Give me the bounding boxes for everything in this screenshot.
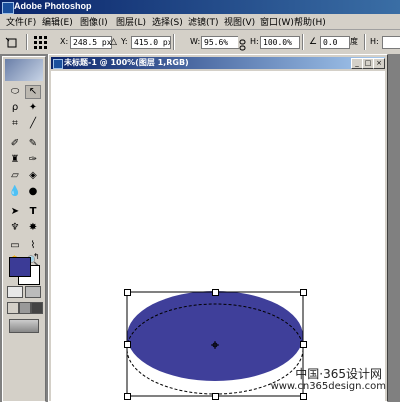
screen-mode-1-icon[interactable] — [7, 302, 19, 314]
menu-image[interactable]: 图像(I) — [80, 15, 108, 28]
h-field[interactable]: 100.0% — [260, 36, 300, 49]
close-button[interactable]: × — [373, 58, 385, 69]
angle-unit: 度 — [350, 37, 358, 46]
notes-icon[interactable]: ▭ — [7, 239, 23, 253]
transform-handle[interactable] — [124, 393, 131, 400]
transform-handle[interactable] — [300, 341, 307, 348]
app-title-bar: Adobe Photoshop — [0, 0, 400, 14]
document-title: 未标题-1 @ 100%(图层 1,RGB) — [64, 58, 189, 67]
transform-handle[interactable] — [124, 341, 131, 348]
document-title-bar: 未标题-1 @ 100%(图层 1,RGB) _ □ × — [51, 57, 385, 69]
skew-h-field[interactable] — [382, 36, 400, 49]
watermark-line2: www.cn365design.com — [270, 381, 386, 392]
y-label: Y: — [121, 37, 128, 46]
menu-view[interactable]: 视图(V) — [224, 15, 255, 28]
standard-mode-icon[interactable] — [7, 286, 23, 298]
slice-icon[interactable]: ╱ — [25, 117, 41, 131]
menu-filter[interactable]: 滤镜(T) — [188, 15, 219, 28]
menu-file[interactable]: 文件(F) — [6, 15, 36, 28]
menu-select[interactable]: 选择(S) — [152, 15, 183, 28]
transform-tool-icon[interactable] — [4, 35, 20, 49]
menu-layer[interactable]: 图层(L) — [116, 15, 146, 28]
dodge-icon[interactable]: ● — [25, 185, 41, 199]
transform-handle[interactable] — [212, 393, 219, 400]
eyedropper-icon[interactable]: ⌇ — [25, 239, 41, 253]
w-label: W: — [190, 37, 201, 46]
paint-bucket-icon[interactable]: ◈ — [25, 169, 41, 183]
transform-handle[interactable] — [300, 289, 307, 296]
eraser-icon[interactable]: ▱ — [7, 169, 23, 183]
photoshop-logo-icon — [2, 2, 14, 14]
delta-icon[interactable]: △ — [110, 36, 117, 48]
menu-window[interactable]: 窗口(W) — [260, 15, 294, 28]
h-label: H: — [250, 37, 259, 46]
app-title: Adobe Photoshop — [14, 1, 92, 11]
blur-icon[interactable]: 💧 — [7, 185, 23, 199]
foreground-color-swatch[interactable] — [9, 257, 31, 277]
w-field[interactable]: 95.6% — [201, 36, 239, 49]
toolbox-logo — [5, 59, 43, 81]
menu-edit[interactable]: 编辑(E) — [42, 15, 73, 28]
x-field[interactable]: 248.5 px — [70, 36, 112, 49]
transform-handle[interactable] — [212, 289, 219, 296]
history-brush-icon[interactable]: ✑ — [25, 153, 41, 167]
pencil-icon[interactable]: ✎ — [25, 137, 41, 151]
options-bar: X: 248.5 px △ Y: 415.0 px W: 95.6% H: 10… — [0, 30, 400, 55]
canvas-drawing — [126, 291, 304, 397]
marquee-icon[interactable]: ⬭ — [7, 85, 23, 99]
magic-wand-icon[interactable]: ✦ — [25, 101, 41, 115]
type-icon[interactable]: T — [25, 205, 41, 219]
reference-point-icon[interactable] — [32, 34, 48, 50]
menu-bar: 文件(F) 编辑(E) 图像(I) 图层(L) 选择(S) 滤镜(T) 视图(V… — [0, 14, 400, 30]
skew-h-label: H: — [370, 37, 379, 46]
transform-handle[interactable] — [300, 393, 307, 400]
watermark-line1: 中国·365设计网 — [295, 367, 382, 381]
brush-icon[interactable]: ✐ — [7, 137, 23, 151]
stamp-icon[interactable]: ♜ — [7, 153, 23, 167]
angle-field[interactable]: 0.0 — [320, 36, 350, 49]
document-window: 未标题-1 @ 100%(图层 1,RGB) _ □ × — [48, 54, 388, 402]
toolbox: ⬭ ↖ ρ ✦ ⌗ ╱ ✐ ✎ ♜ ✑ ▱ ◈ 💧 ● ➤ T ♆ ✸ ▭ ⌇ … — [2, 56, 46, 402]
link-icon[interactable] — [238, 36, 247, 51]
quickmask-mode-icon[interactable] — [25, 286, 41, 298]
crop-icon[interactable]: ⌗ — [7, 117, 23, 131]
transform-handle[interactable] — [124, 289, 131, 296]
jump-to-imageready-icon[interactable] — [9, 319, 39, 333]
shape-icon[interactable]: ✸ — [25, 221, 41, 235]
canvas[interactable] — [51, 71, 385, 401]
path-select-icon[interactable]: ➤ — [7, 205, 23, 219]
screen-mode-3-icon[interactable] — [31, 302, 43, 314]
y-field[interactable]: 415.0 px — [131, 36, 171, 49]
lasso-icon[interactable]: ρ — [7, 101, 23, 115]
document-icon — [53, 59, 63, 69]
move-icon[interactable]: ↖ — [25, 85, 41, 99]
menu-help[interactable]: 帮助(H) — [294, 15, 326, 28]
pen-icon[interactable]: ♆ — [7, 221, 23, 235]
x-label: X: — [60, 37, 69, 46]
screen-mode-2-icon[interactable] — [19, 302, 31, 314]
swap-colors-icon[interactable]: ↰ — [33, 252, 40, 261]
angle-icon: ∠ — [309, 37, 318, 47]
